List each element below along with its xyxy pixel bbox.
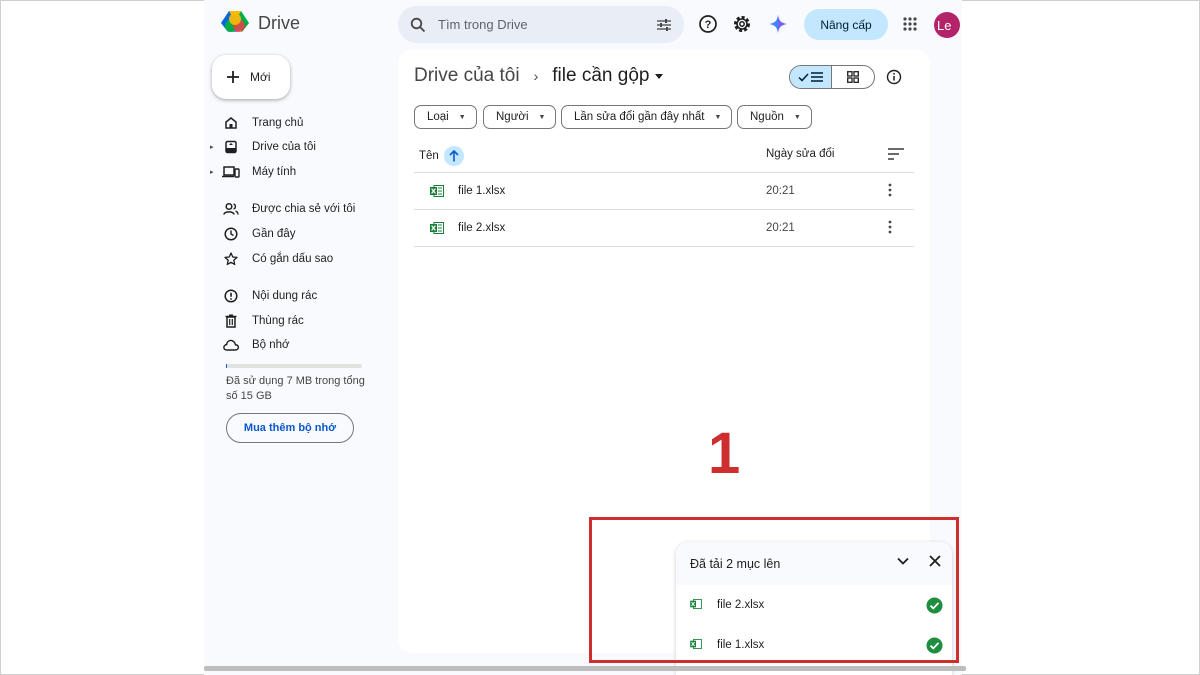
drive-logo-icon bbox=[221, 11, 249, 32]
sidebar-item-starred[interactable]: Có gắn dấu sao bbox=[210, 248, 333, 270]
file-modified: 20:21 bbox=[766, 222, 795, 234]
help-icon[interactable]: ? bbox=[698, 14, 718, 34]
clock-icon bbox=[220, 226, 242, 242]
new-button-label: Mới bbox=[250, 70, 271, 84]
caret-down-icon: ▼ bbox=[538, 113, 546, 121]
view-toggle bbox=[789, 65, 875, 89]
table-bottom-divider bbox=[414, 246, 914, 247]
excel-file-icon bbox=[430, 222, 444, 237]
more-actions-icon[interactable] bbox=[888, 183, 892, 200]
search-bar[interactable] bbox=[398, 6, 684, 43]
filter-label: Loại bbox=[427, 111, 449, 123]
horizontal-scrollbar[interactable] bbox=[204, 666, 966, 671]
upgrade-button[interactable]: Nâng cấp bbox=[804, 9, 888, 40]
caret-down-icon: ▼ bbox=[714, 113, 722, 121]
sidebar-item-label: Drive của tôi bbox=[252, 141, 316, 153]
step-number-annotation: 1 bbox=[708, 421, 741, 486]
expand-caret-icon[interactable]: ▸ bbox=[210, 168, 220, 176]
sidebar-item-shared[interactable]: Được chia sẻ với tôi bbox=[210, 198, 355, 220]
list-view-button[interactable] bbox=[790, 66, 833, 88]
current-folder-name: file cần gộp bbox=[552, 65, 650, 86]
svg-text:?: ? bbox=[705, 19, 712, 31]
app-name: Drive bbox=[258, 12, 301, 33]
breadcrumb: Drive của tôi › file cần gộp bbox=[414, 65, 664, 87]
settings-gear-icon[interactable] bbox=[732, 14, 752, 34]
filter-type-chip[interactable]: Loại ▼ bbox=[414, 105, 477, 129]
more-actions-icon[interactable] bbox=[888, 220, 892, 237]
filter-source-chip[interactable]: Nguồn ▼ bbox=[737, 105, 812, 129]
storage-usage-text: Đã sử dụng 7 MB trong tổng số 15 GB bbox=[226, 375, 365, 402]
filter-modified-chip[interactable]: Lần sửa đổi gần đây nhất ▼ bbox=[561, 105, 733, 129]
column-header-name[interactable]: Tên bbox=[419, 146, 464, 166]
sidebar-item-label: Nội dung rác bbox=[252, 290, 318, 302]
computers-icon bbox=[220, 164, 242, 180]
excel-file-icon bbox=[430, 185, 444, 200]
search-icon bbox=[410, 17, 426, 32]
home-icon bbox=[220, 115, 242, 131]
column-name-label: Tên bbox=[419, 150, 439, 162]
info-icon[interactable] bbox=[886, 69, 902, 90]
caret-down-icon: ▼ bbox=[793, 113, 801, 121]
breadcrumb-root[interactable]: Drive của tôi bbox=[414, 65, 520, 87]
sidebar-item-trash[interactable]: Thùng rác bbox=[210, 310, 304, 332]
sidebar-item-label: Được chia sẻ với tôi bbox=[252, 203, 356, 215]
column-header-modified[interactable]: Ngày sửa đổi bbox=[766, 148, 834, 160]
sidebar-item-label: Gần đây bbox=[252, 228, 296, 240]
caret-down-icon bbox=[655, 73, 664, 79]
sidebar-item-computers[interactable]: ▸ Máy tính bbox=[210, 161, 296, 183]
sidebar-item-label: Thùng rác bbox=[252, 315, 304, 327]
sidebar-item-my-drive[interactable]: ▸ Drive của tôi bbox=[210, 136, 316, 158]
caret-down-icon: ▼ bbox=[458, 113, 466, 121]
filter-label: Người bbox=[496, 111, 529, 123]
sidebar-item-recent[interactable]: Gần đây bbox=[210, 223, 295, 245]
sidebar-item-label: Trang chủ bbox=[252, 117, 304, 129]
storage-usage-bar bbox=[226, 364, 362, 368]
cloud-icon bbox=[220, 337, 242, 353]
file-modified: 20:21 bbox=[766, 185, 795, 197]
sidebar-item-label: Có gắn dấu sao bbox=[252, 253, 334, 265]
spam-icon bbox=[220, 288, 242, 304]
apps-grid-icon[interactable] bbox=[900, 14, 920, 34]
chevron-right-icon: › bbox=[533, 68, 539, 84]
drive-logo[interactable]: Drive bbox=[220, 10, 300, 36]
check-icon bbox=[798, 72, 809, 82]
plus-icon bbox=[227, 71, 239, 83]
file-name: file 2.xlsx bbox=[458, 222, 506, 234]
sidebar-item-label: Máy tính bbox=[252, 166, 297, 178]
new-button[interactable]: Mới bbox=[212, 55, 290, 99]
sort-ascending-icon[interactable] bbox=[443, 146, 464, 166]
sidebar-item-storage[interactable]: Bộ nhớ bbox=[210, 334, 290, 356]
star-icon bbox=[220, 251, 242, 267]
sidebar-item-label: Bộ nhớ bbox=[252, 339, 290, 351]
buy-storage-button[interactable]: Mua thêm bộ nhớ bbox=[226, 413, 354, 443]
sort-options-icon[interactable] bbox=[888, 148, 904, 160]
table-row[interactable]: file 2.xlsx 20:21 bbox=[414, 209, 914, 246]
breadcrumb-current-folder[interactable]: file cần gộp bbox=[552, 65, 664, 87]
filter-people-chip[interactable]: Người ▼ bbox=[483, 105, 557, 129]
sidebar-item-spam[interactable]: Nội dung rác bbox=[210, 285, 317, 307]
table-row[interactable]: file 1.xlsx 20:21 bbox=[414, 172, 914, 209]
filter-label: Nguồn bbox=[750, 111, 784, 123]
expand-caret-icon[interactable]: ▸ bbox=[210, 143, 220, 151]
grid-icon bbox=[847, 71, 859, 83]
sidebar-item-home[interactable]: Trang chủ bbox=[210, 112, 303, 134]
highlight-annotation-box bbox=[589, 517, 959, 663]
gemini-sparkle-icon[interactable] bbox=[768, 14, 788, 34]
file-name: file 1.xlsx bbox=[458, 185, 506, 197]
trash-icon bbox=[220, 313, 242, 329]
grid-view-button[interactable] bbox=[832, 66, 874, 88]
list-icon bbox=[811, 72, 823, 82]
storage-usage-fill bbox=[226, 364, 228, 368]
shared-icon bbox=[220, 201, 242, 217]
account-avatar[interactable]: Le bbox=[934, 12, 960, 38]
my-drive-icon bbox=[220, 139, 242, 155]
search-options-icon[interactable] bbox=[656, 18, 672, 32]
search-input[interactable] bbox=[438, 17, 644, 32]
filter-label: Lần sửa đổi gần đây nhất bbox=[574, 111, 705, 123]
